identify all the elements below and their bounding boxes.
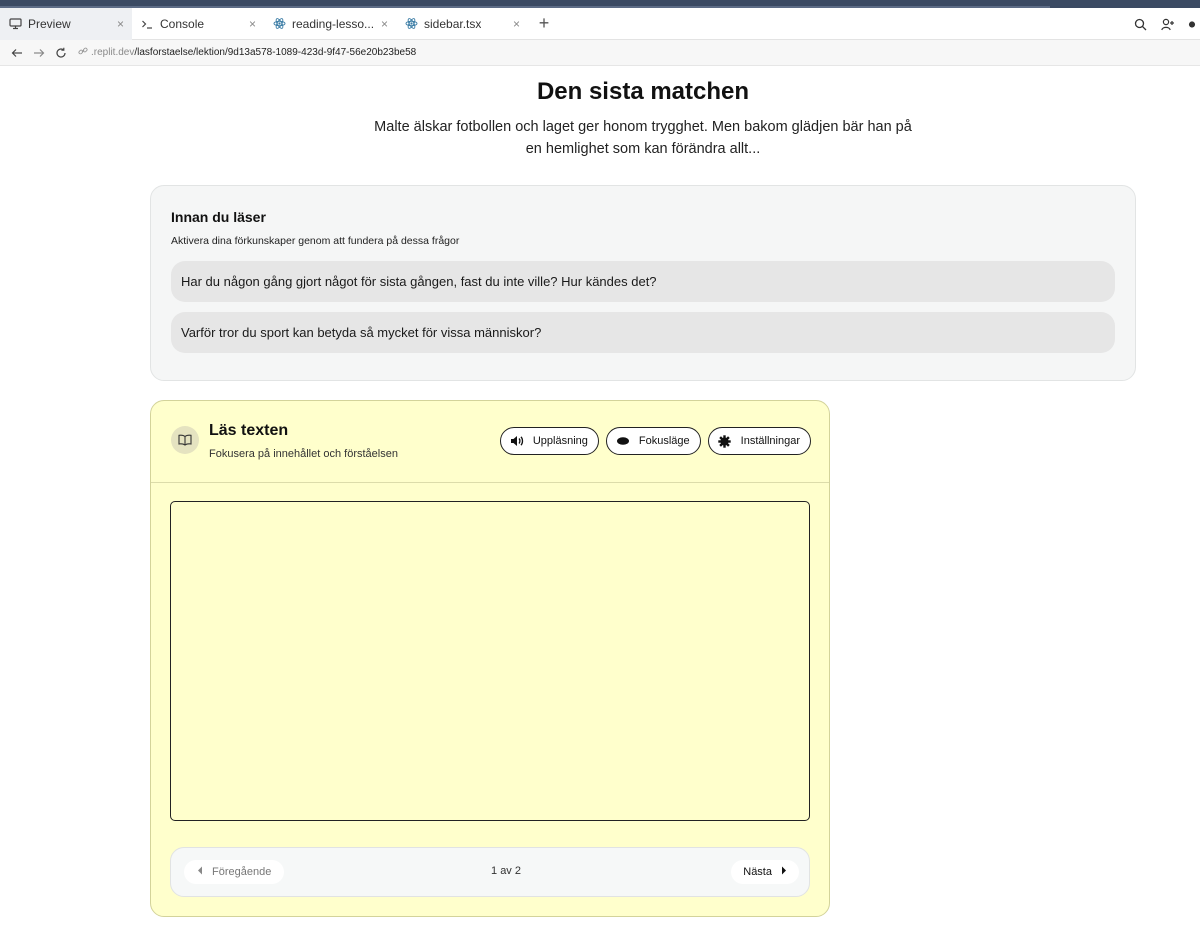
forward-arrow-icon[interactable] [28, 42, 50, 64]
question-item: Har du någon gång gjort något för sista … [171, 261, 1115, 302]
lesson-page: Den sista matchen Malte älskar fotbollen… [0, 66, 1200, 928]
terminal-icon [140, 17, 154, 31]
before-reading-subtitle: Aktivera dina förkunskaper genom att fun… [171, 235, 460, 247]
focus-mode-label: Fokusläge [638, 435, 690, 447]
search-icon[interactable] [1132, 16, 1148, 32]
url-host: .replit.dev [91, 47, 135, 58]
tab-preview[interactable]: Preview × [0, 7, 132, 40]
speaker-icon [510, 434, 524, 448]
tab-reading-lesson[interactable]: reading-lesso... × [264, 8, 396, 40]
reading-header: Läs texten Fokusera på innehållet och fö… [151, 401, 829, 483]
page-title: Den sista matchen [536, 78, 750, 105]
read-aloud-label: Uppläsning [532, 435, 588, 447]
address-bar: .replit.dev/lasforstaelse/lektion/9d13a5… [0, 40, 1200, 66]
tab-label: Preview [28, 16, 71, 31]
close-icon[interactable]: × [513, 17, 520, 31]
reading-card: Läs texten Fokusera på innehållet och fö… [150, 400, 830, 917]
new-tab-button[interactable]: + [532, 12, 556, 36]
next-label: Nästa [743, 866, 772, 878]
close-icon[interactable]: × [381, 17, 388, 31]
add-user-icon[interactable] [1160, 16, 1176, 32]
tab-console[interactable]: Console × [132, 8, 264, 40]
url-field[interactable]: .replit.dev/lasforstaelse/lektion/9d13a5… [78, 46, 416, 59]
before-reading-title: Innan du läser [171, 209, 266, 225]
lesson-lead: Malte älskar fotbollen och laget ger hon… [374, 119, 912, 157]
link-icon [78, 46, 88, 59]
reading-subtitle: Fokusera på innehållet och förståelsen [209, 448, 398, 460]
monitor-icon [8, 17, 22, 31]
devtools-icon[interactable] [1188, 16, 1196, 32]
settings-label: Inställningar [740, 435, 800, 447]
close-icon[interactable]: × [117, 17, 124, 31]
book-icon [171, 426, 199, 454]
settings-button[interactable]: Inställningar [707, 427, 811, 455]
react-icon [404, 17, 418, 31]
next-button[interactable]: Nästa [731, 860, 799, 884]
reload-icon[interactable] [50, 42, 72, 64]
close-icon[interactable]: × [249, 17, 256, 31]
question-item: Varför tror du sport kan betyda så mycke… [171, 312, 1115, 353]
gear-icon [718, 434, 732, 448]
eye-icon [616, 434, 630, 448]
reading-title: Läs texten [209, 422, 289, 439]
page-navigation: Föregående 1 av 2 Nästa [170, 847, 810, 897]
back-arrow-icon[interactable] [6, 42, 28, 64]
reading-text-area[interactable] [170, 501, 810, 821]
tab-sidebar-tsx[interactable]: sidebar.tsx × [396, 8, 528, 40]
focus-mode-button[interactable]: Fokusläge [605, 427, 701, 455]
chevron-right-icon [781, 866, 787, 878]
before-reading-card: Innan du läser Aktivera dina förkunskape… [150, 185, 1136, 381]
tab-label: reading-lesso... [292, 16, 375, 31]
react-icon [272, 17, 286, 31]
tab-bar: Preview × Console × reading-lesso... × s… [0, 7, 1200, 40]
tab-label: Console [160, 16, 205, 31]
tab-tools [1132, 8, 1200, 40]
tab-label: sidebar.tsx [424, 16, 482, 31]
read-aloud-button[interactable]: Uppläsning [499, 427, 599, 455]
url-path: /lasforstaelse/lektion/9d13a578-1089-423… [134, 47, 417, 58]
reader-toolbar: Uppläsning Fokusläge Inställningar [499, 427, 811, 455]
